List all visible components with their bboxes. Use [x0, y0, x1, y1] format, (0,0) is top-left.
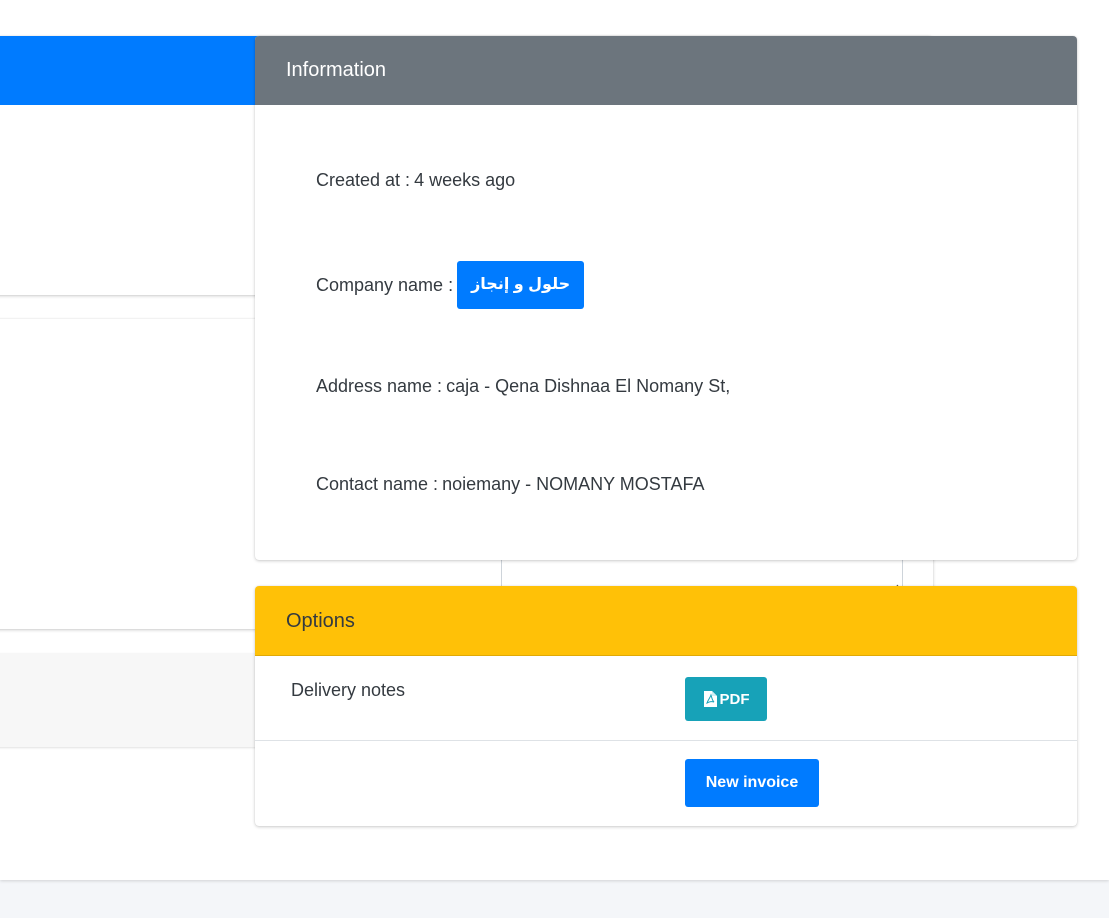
created-at-row: Created at : 4 weeks ago: [316, 170, 515, 191]
options-card: Options Delivery notes PDF New invoice: [255, 586, 1077, 826]
company-name-label: Company name :: [316, 274, 454, 295]
delivery-notes-label: Delivery notes: [291, 680, 406, 700]
contact-row: Contact name : noiemany - NOMANY MOSTAFA: [316, 474, 704, 495]
address-label: Address name :: [316, 376, 443, 396]
new-invoice-row: New invoice: [255, 741, 1077, 826]
created-at-value: 4 weeks ago: [414, 170, 516, 190]
address-row: Address name : caja - Qena Dishnaa El No…: [316, 376, 730, 397]
content-card: Information Created at : 4 weeks ago Com…: [0, 0, 1109, 880]
address-value: caja - Qena Dishnaa El Nomany St,: [446, 376, 731, 396]
contact-label: Contact name :: [316, 474, 439, 494]
file-pdf-icon: [703, 691, 717, 707]
company-name-row: Company name : حلول و إنجاز: [316, 261, 585, 309]
pdf-button-label: PDF: [719, 690, 750, 708]
contact-value: noiemany - NOMANY MOSTAFA: [442, 474, 705, 494]
new-invoice-button[interactable]: New invoice: [685, 759, 819, 807]
information-card: Information Created at : 4 weeks ago Com…: [255, 36, 1077, 560]
information-header: Information: [255, 36, 1077, 105]
delivery-notes-row: Delivery notes PDF: [255, 656, 1077, 741]
company-name-badge[interactable]: حلول و إنجاز: [457, 261, 585, 309]
created-at-label: Created at :: [316, 170, 411, 190]
options-header: Options: [255, 586, 1077, 656]
pdf-button[interactable]: PDF: [685, 677, 767, 721]
